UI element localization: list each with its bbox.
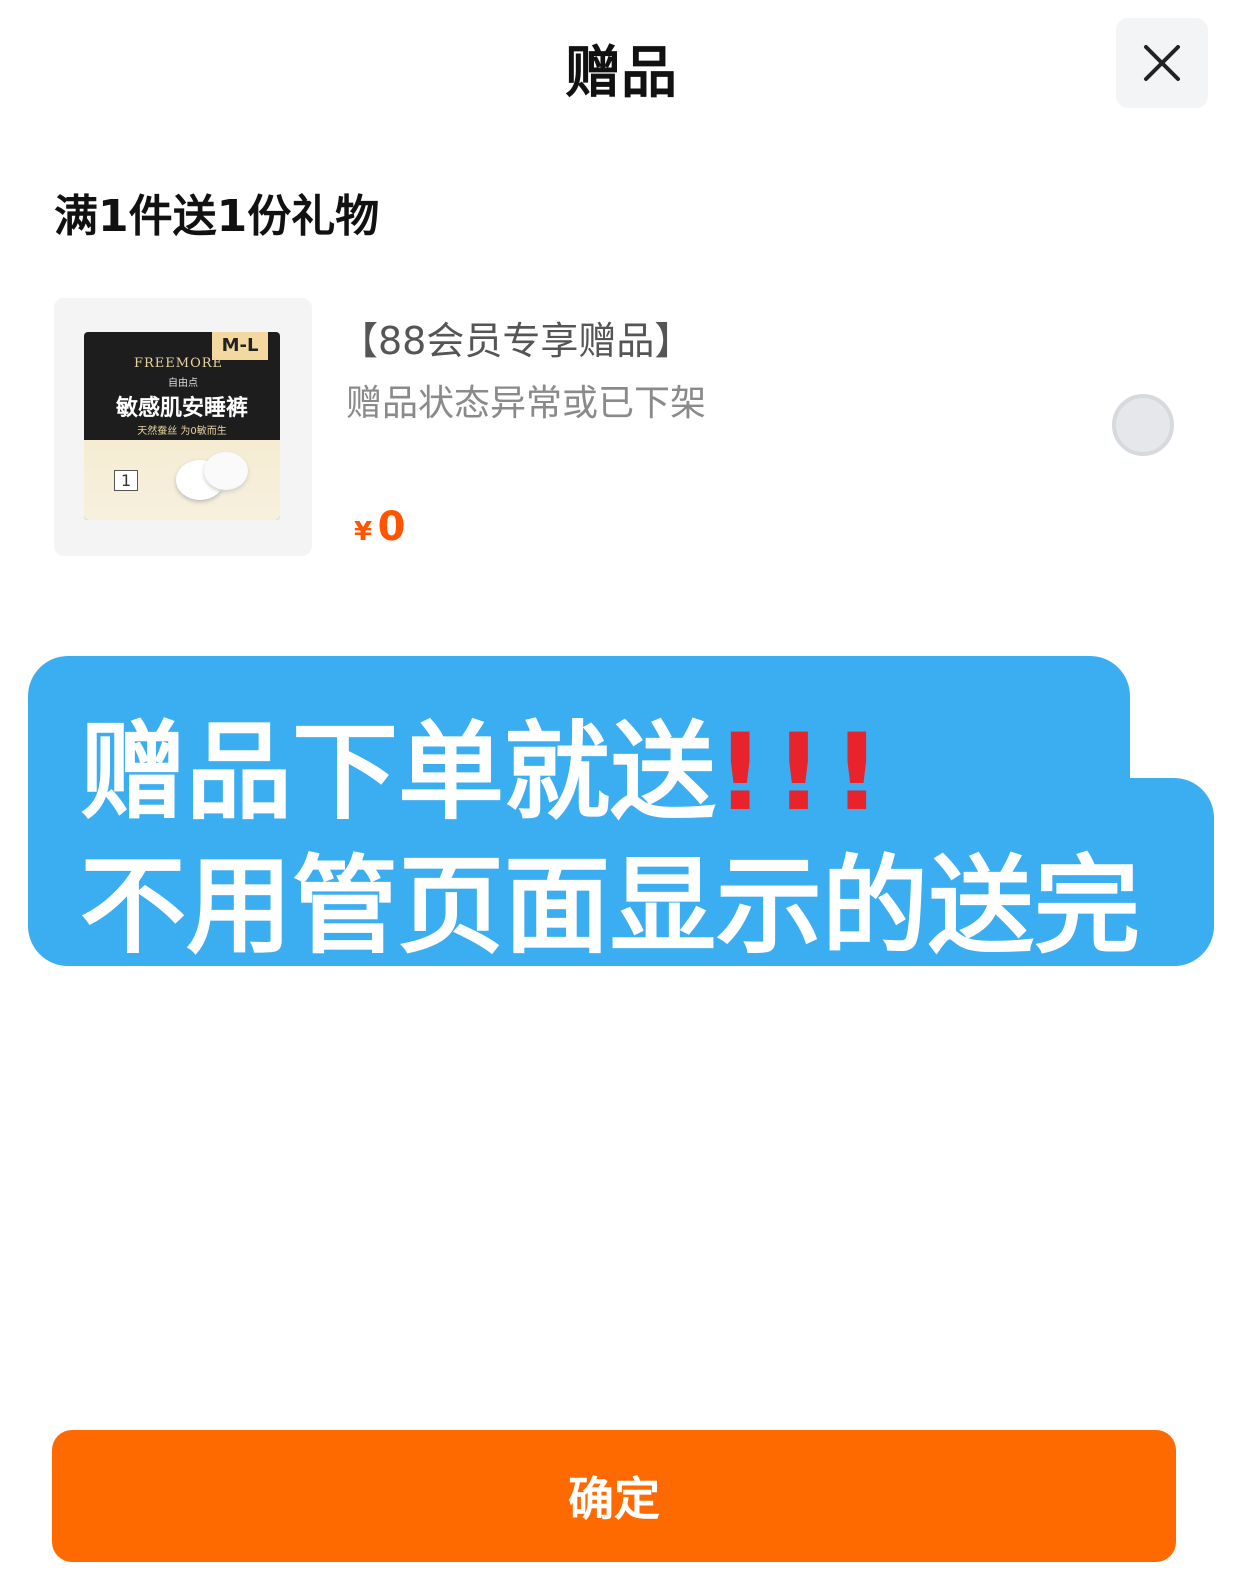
brand-logo: FREEMORE [134, 356, 224, 371]
annotation-text-1: 赠品下单就送 [80, 711, 716, 834]
annotation-bubble: 赠品下单就送!!! 不用管页面显示的送完 [28, 656, 1214, 968]
confirm-button[interactable]: 确定 [52, 1430, 1176, 1562]
currency-symbol: ¥ [354, 517, 373, 547]
annotation-line-2: 不用管页面显示的送完 [80, 845, 1140, 968]
package-product-name: 敏感肌安睡裤 [115, 396, 248, 421]
gift-name: 【88会员专享赠品】 [340, 319, 693, 363]
exclamation-marks: !!! [716, 711, 892, 834]
price-value: 0 [377, 504, 406, 550]
page-title: 赠品 [565, 41, 677, 106]
product-package-image: M-L FREEMORE 自由点 敏感肌安睡裤 天然蚕丝 为0敏而生 1 [84, 332, 280, 520]
gift-sheet: 赠品 满1件送1份礼物 M-L FREEMORE 自由点 敏感肌安睡裤 天然蚕丝… [0, 0, 1242, 1585]
cotton-icon [204, 452, 248, 490]
gift-item[interactable]: M-L FREEMORE 自由点 敏感肌安睡裤 天然蚕丝 为0敏而生 1 【88… [54, 298, 1204, 558]
gift-status: 赠品状态异常或已下架 [346, 383, 707, 424]
gift-thumbnail: M-L FREEMORE 自由点 敏感肌安睡裤 天然蚕丝 为0敏而生 1 [54, 298, 312, 556]
package-tagline: 天然蚕丝 为0敏而生 [137, 426, 227, 437]
package-count: 1 [114, 470, 139, 491]
package-lower-panel: 1 [84, 440, 280, 520]
close-button[interactable] [1116, 18, 1208, 108]
annotation-line-1: 赠品下单就送!!! [80, 686, 891, 840]
gift-price: ¥ 0 [354, 504, 406, 550]
gift-select-radio[interactable] [1112, 394, 1174, 456]
close-icon [1144, 45, 1180, 81]
gift-rule-title: 满1件送1份礼物 [54, 191, 380, 242]
brand-cn: 自由点 [168, 378, 198, 389]
